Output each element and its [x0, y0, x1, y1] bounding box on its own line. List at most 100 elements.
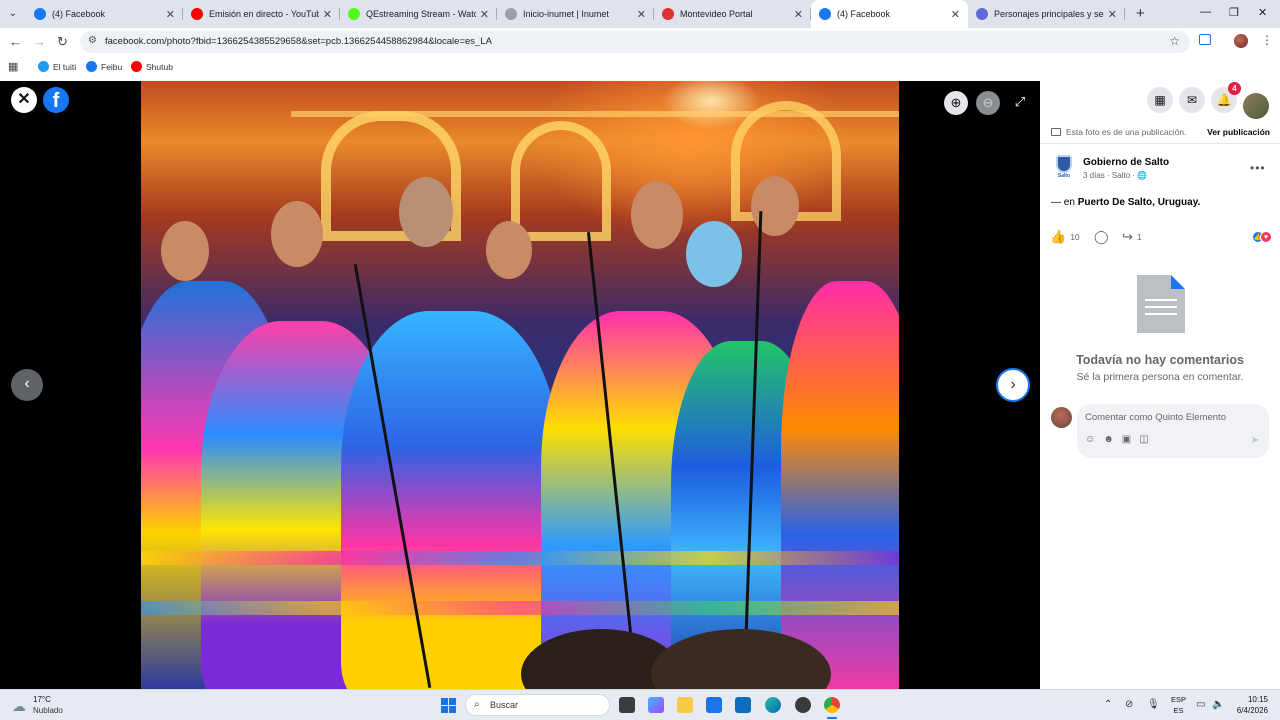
salto-shield-icon	[1056, 155, 1072, 173]
gif-icon[interactable]: ▣	[1122, 434, 1131, 445]
edge-icon[interactable]	[765, 697, 781, 713]
clock-date: 6/4/2026	[1236, 706, 1268, 715]
publication-note-text: Esta foto es de una publicación.	[1066, 127, 1187, 137]
browser-tab[interactable]: (4) Facebook ✕	[26, 0, 183, 28]
browser-tab-strip: ⌄ (4) Facebook ✕ Emisión en directo - YouT…	[0, 0, 1280, 28]
next-photo-button[interactable]: ›	[996, 368, 1030, 402]
messenger-icon[interactable]: ✉	[1179, 87, 1205, 113]
profile-avatar[interactable]	[1234, 34, 1248, 48]
avatar-sticker-icon[interactable]: ☺	[1085, 434, 1095, 445]
browser-tab[interactable]: QEstreaming Stream - Watch ✕	[340, 0, 497, 28]
store-icon[interactable]	[706, 697, 722, 713]
volume-icon[interactable]: 🔈	[1212, 699, 1224, 710]
minimize-icon[interactable]: —	[1200, 6, 1211, 18]
account-avatar[interactable]	[1243, 93, 1269, 119]
taskview-icon[interactable]	[619, 697, 635, 713]
copilot-icon[interactable]	[648, 697, 664, 713]
obs-icon[interactable]	[795, 697, 811, 713]
apps-grid-icon[interactable]: ▦	[8, 60, 18, 73]
taskbar-search-placeholder: Buscar	[490, 700, 519, 710]
microphone-icon[interactable]: 🎙	[1147, 699, 1160, 710]
comment-composer[interactable]: Comentar como Quinto Elemento ☺ ☻ ▣ ◫ ➤	[1077, 404, 1269, 458]
share-button[interactable]: ↪ 1	[1122, 229, 1142, 245]
view-publication-link[interactable]: Ver publicación	[1207, 127, 1270, 137]
bookmark-item[interactable]: Shutub	[131, 61, 173, 72]
forward-icon[interactable]: →	[33, 34, 46, 49]
back-icon[interactable]: ←	[9, 34, 22, 49]
taskbar-search[interactable]: ⌕ Buscar	[465, 694, 610, 716]
bookmarks-bar: ▦ El tuiti Feibu Shutub	[0, 56, 1280, 78]
location-link[interactable]: Puerto De Salto, Uruguay.	[1078, 197, 1201, 208]
zoom-out-button[interactable]: ⊖	[976, 91, 1000, 115]
language-indicator[interactable]: ESP ES	[1171, 694, 1186, 716]
facebook-logo-icon[interactable]: f	[43, 87, 69, 113]
fullscreen-icon[interactable]: ⤢	[1012, 94, 1028, 110]
address-bar[interactable]: ⚙ facebook.com/photo?fbid=13662543855296…	[80, 31, 1190, 53]
sticker-icon[interactable]: ◫	[1139, 434, 1148, 445]
publication-note: Esta foto es de una publicación.	[1051, 127, 1187, 137]
close-tab-icon[interactable]: ✕	[480, 8, 489, 21]
close-tab-icon[interactable]: ✕	[323, 8, 332, 21]
reload-icon[interactable]: ↻	[57, 34, 68, 50]
browser-tab[interactable]: Inicio-inumet | Inumet ✕	[497, 0, 654, 28]
close-tab-icon[interactable]: ✕	[1108, 8, 1117, 21]
reaction-summary[interactable]: 👍 ♥	[1252, 231, 1272, 243]
close-viewer-button[interactable]: ✕	[11, 87, 37, 113]
more-options-icon[interactable]: •••	[1250, 161, 1266, 175]
tab-list: (4) Facebook ✕ Emisión en directo - YouTub…	[26, 0, 1125, 28]
outlook-icon[interactable]	[735, 697, 751, 713]
chrome-icon[interactable]	[824, 697, 840, 719]
cast-icon[interactable]	[1199, 34, 1211, 45]
browser-tab[interactable]: (4) Facebook ✕	[811, 0, 968, 28]
new-tab-button[interactable]: +	[1136, 5, 1145, 22]
browser-menu-icon[interactable]: ⋮	[1261, 33, 1273, 47]
tab-title: Emisión en directo - YouTube Studio	[209, 9, 319, 19]
close-tab-icon[interactable]: ✕	[637, 8, 646, 21]
commenter-avatar[interactable]	[1051, 407, 1072, 428]
like-button[interactable]: 👍 10	[1050, 229, 1080, 245]
comment-icon: ◯	[1094, 229, 1109, 244]
notification-badge: 4	[1228, 82, 1241, 95]
browser-tab[interactable]: Emisión en directo - YouTube Studio ✕	[183, 0, 340, 28]
weather-temperature[interactable]: 17°C	[33, 695, 51, 704]
close-tab-icon[interactable]: ✕	[166, 8, 175, 21]
system-clock[interactable]: 10:15 6/4/2026	[1230, 694, 1268, 716]
comment-input[interactable]: Comentar como Quinto Elemento	[1085, 412, 1226, 423]
no-comments-subtitle: Sé la primera persona en comentar.	[1076, 371, 1244, 383]
weather-description[interactable]: Nublado	[33, 706, 63, 715]
site-info-icon[interactable]: ⚙	[88, 35, 97, 46]
display-icon[interactable]: ▭	[1196, 699, 1205, 710]
bookmark-label: Shutub	[146, 61, 173, 72]
close-tab-icon[interactable]: ✕	[951, 8, 960, 21]
bookmark-star-icon[interactable]: ☆	[1169, 34, 1180, 48]
keyboard-layout: ES	[1173, 706, 1184, 715]
comment-button[interactable]: ◯	[1094, 229, 1113, 245]
send-comment-icon[interactable]: ➤	[1251, 435, 1259, 446]
network-icon[interactable]: ⊘	[1125, 699, 1133, 710]
browser-tab[interactable]: Personajes principales y secundarios ✕	[968, 0, 1125, 28]
url-text[interactable]: facebook.com/photo?fbid=1366254385529658…	[105, 36, 492, 47]
browser-tab[interactable]: Montevideo Portal ✕	[654, 0, 811, 28]
bookmark-label: Feibu	[101, 61, 123, 72]
tab-title: (4) Facebook	[52, 9, 106, 19]
bookmark-item[interactable]: Feibu	[86, 61, 122, 72]
previous-photo-button[interactable]: ‹	[11, 369, 43, 401]
clock-time: 10:15	[1247, 695, 1268, 704]
cloud-weather-icon[interactable]: ☁	[12, 698, 26, 715]
file-explorer-icon[interactable]	[677, 697, 693, 713]
restore-icon[interactable]: ❐	[1229, 6, 1239, 19]
zoom-in-button[interactable]: ⊕	[944, 91, 968, 115]
bookmark-item[interactable]: El tuiti	[38, 61, 76, 72]
no-comments-title: Todavía no hay comentarios	[1076, 353, 1244, 367]
page-avatar[interactable]: Salto	[1052, 155, 1076, 183]
close-tab-icon[interactable]: ✕	[794, 8, 803, 21]
tray-overflow-icon[interactable]: ⌃	[1104, 699, 1112, 710]
facebook-icon	[819, 8, 831, 20]
close-window-icon[interactable]: ✕	[1258, 6, 1267, 19]
windows-start-icon[interactable]	[441, 698, 456, 713]
menu-grid-icon[interactable]: ▦	[1147, 87, 1173, 113]
emoji-icon[interactable]: ☻	[1103, 434, 1114, 445]
tab-search-icon[interactable]: ⌄	[5, 6, 21, 22]
like-icon: 👍	[1050, 229, 1067, 244]
page-name[interactable]: Gobierno de Salto	[1083, 157, 1169, 168]
